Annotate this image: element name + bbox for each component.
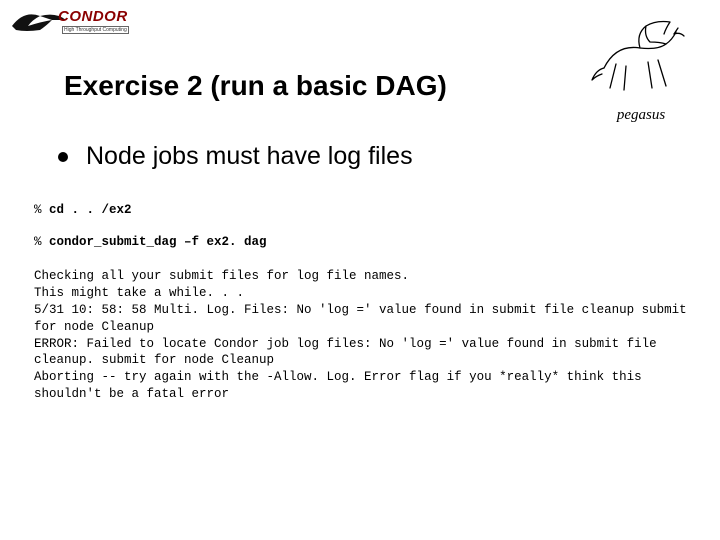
bullet-text: Node jobs must have log files	[86, 142, 413, 171]
condor-tagline: High Throughput Computing	[62, 26, 129, 34]
prompt: %	[34, 203, 49, 217]
command-1: cd . . /ex2	[49, 203, 132, 217]
slide: CONDOR High Throughput Computing pegasus…	[0, 0, 720, 540]
terminal-line-2: % condor_submit_dag –f ex2. dag	[34, 234, 690, 251]
pegasus-logo: pegasus	[586, 14, 696, 124]
bullet-row: Node jobs must have log files	[58, 142, 413, 171]
terminal-line-1: % cd . . /ex2	[34, 202, 690, 219]
slide-title: Exercise 2 (run a basic DAG)	[64, 70, 447, 102]
command-2: condor_submit_dag –f ex2. dag	[49, 235, 267, 249]
pegasus-caption: pegasus	[586, 107, 696, 124]
prompt: %	[34, 235, 49, 249]
pegasus-horse-icon	[586, 14, 696, 100]
condor-logo: CONDOR High Throughput Computing	[10, 6, 90, 38]
condor-wordmark: CONDOR	[58, 8, 128, 25]
bullet-icon	[58, 152, 68, 162]
terminal-output: Checking all your submit files for log f…	[34, 268, 690, 403]
